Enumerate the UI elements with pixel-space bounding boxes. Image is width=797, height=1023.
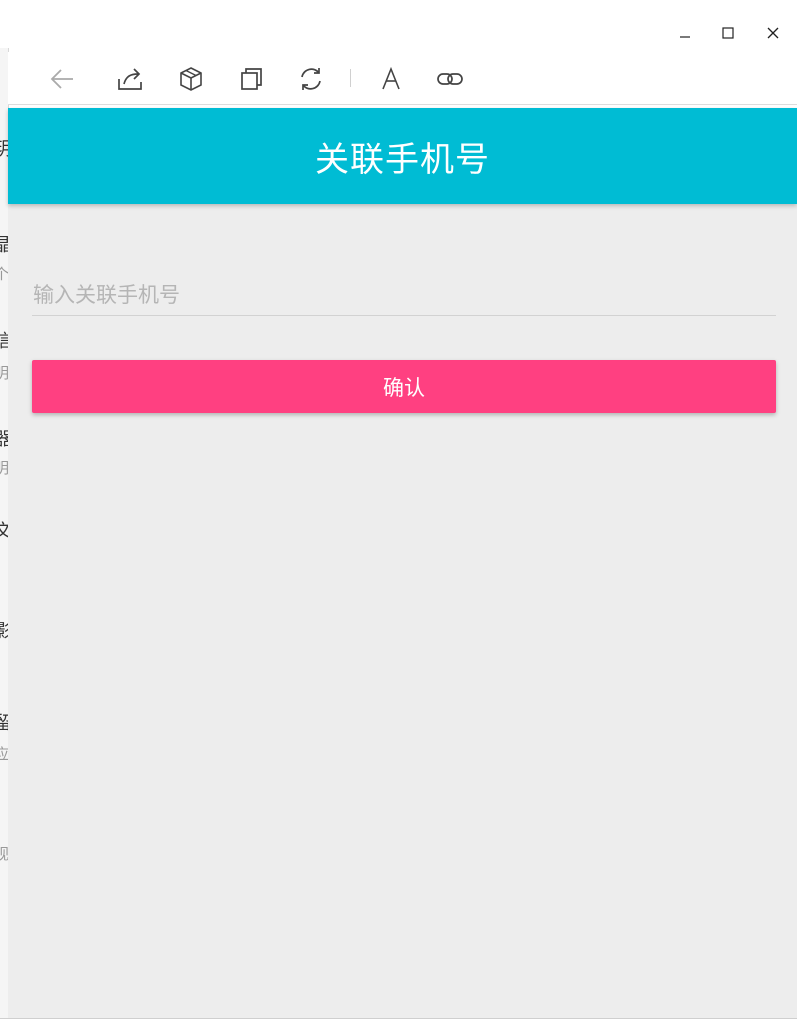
share-button[interactable] <box>113 62 147 96</box>
toolbar <box>8 52 797 105</box>
confirm-button[interactable]: 确认 <box>32 360 776 413</box>
window-bottom-edge <box>0 1018 797 1023</box>
maximize-icon <box>722 27 734 39</box>
background-text-fragment: 个 <box>0 264 8 284</box>
app-window: 玥 晶 个 信 明 器 明 文 影 留 应 视 <box>0 0 797 1023</box>
background-text-fragment: 应 <box>0 744 8 764</box>
refresh-button[interactable] <box>294 62 328 96</box>
cube-icon <box>180 67 202 91</box>
cube-button[interactable] <box>174 62 208 96</box>
toolbar-divider <box>350 69 351 87</box>
copy-icon <box>241 68 262 90</box>
back-button[interactable] <box>45 62 79 96</box>
close-button[interactable] <box>758 18 788 48</box>
app-header: 关联手机号 <box>8 108 797 204</box>
background-text-fragment: 文 <box>0 522 8 542</box>
refresh-icon <box>301 68 321 90</box>
background-text-fragment: 器 <box>0 430 8 450</box>
minimize-icon <box>680 36 690 38</box>
minimize-button[interactable] <box>670 18 700 48</box>
font-icon <box>382 66 400 90</box>
background-text-fragment: 晶 <box>0 236 8 256</box>
background-text-fragment: 明 <box>0 363 8 383</box>
font-button[interactable] <box>374 62 408 96</box>
background-text-fragment: 明 <box>0 458 8 478</box>
link-button[interactable] <box>433 62 467 96</box>
background-text-fragment: 玥 <box>0 140 8 160</box>
copy-button[interactable] <box>234 62 268 96</box>
close-icon <box>767 27 779 39</box>
background-text-fragment: 留 <box>0 714 8 734</box>
background-text-fragment: 影 <box>0 622 8 642</box>
background-text-fragment: 视 <box>0 844 8 864</box>
back-arrow-icon <box>50 69 73 89</box>
background-text-fragment: 信 <box>0 332 8 352</box>
phone-number-input[interactable] <box>32 274 776 316</box>
share-icon <box>118 68 142 90</box>
link-icon <box>437 73 463 85</box>
page-title: 关联手机号 <box>315 139 490 180</box>
maximize-button[interactable] <box>713 18 743 48</box>
form-container: 确认 <box>8 204 797 1018</box>
title-bar <box>8 0 797 48</box>
